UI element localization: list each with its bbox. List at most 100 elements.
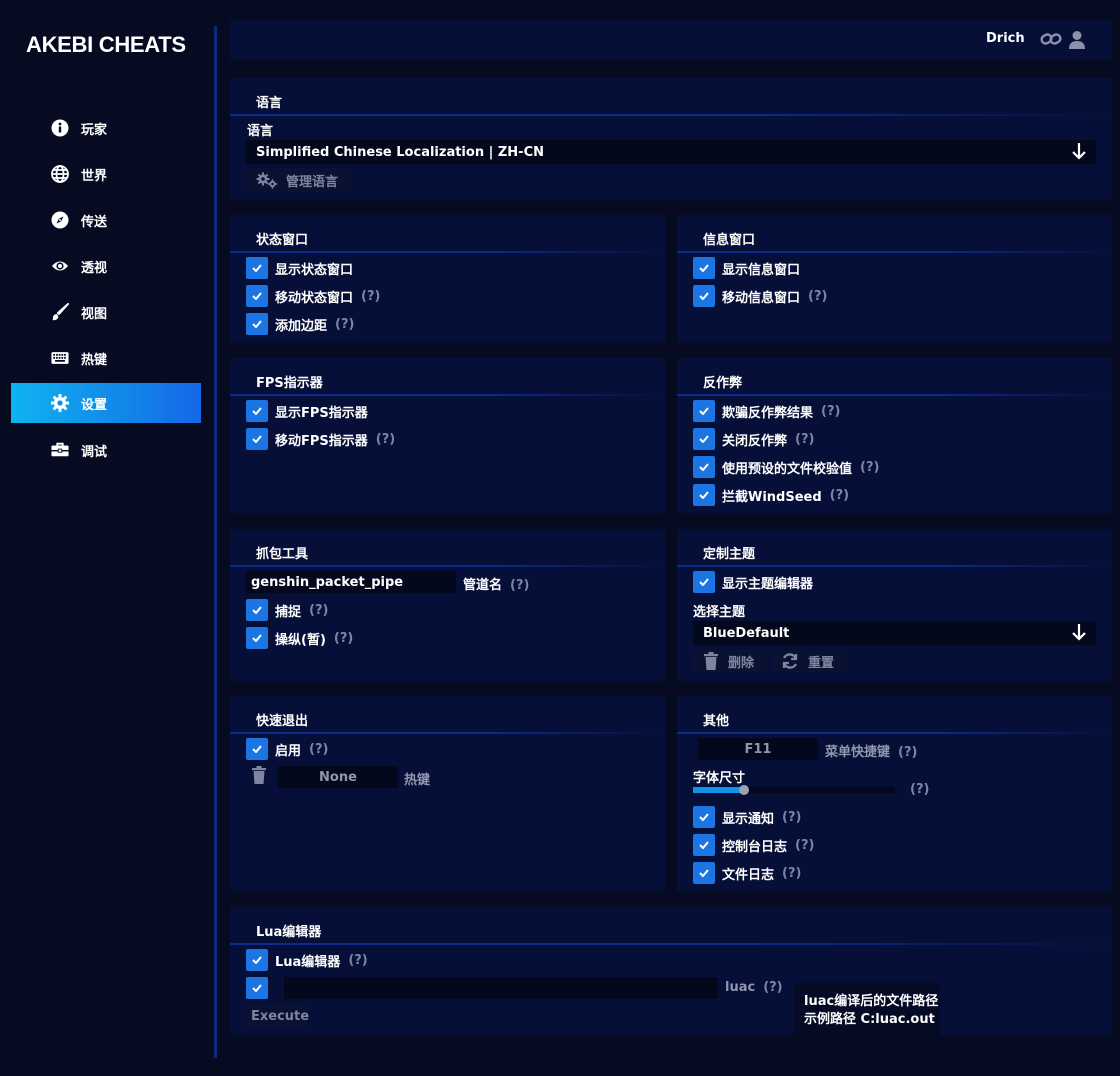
checkbox-label: 文件日志 [722, 867, 775, 883]
checkbox-checked[interactable] [693, 285, 715, 307]
pipe-name-text: 管道名 [463, 578, 503, 593]
move-fps-row[interactable]: 移动FPS指示器 (?) [246, 428, 395, 450]
font-size-slider-knob[interactable] [739, 785, 750, 795]
luac-path-input[interactable] [284, 977, 718, 999]
spoof-anticheat-row[interactable]: 欺骗反作弊结果 (?) [693, 400, 840, 422]
block-windseed-row[interactable]: 拦截WindSeed (?) [693, 484, 849, 506]
execute-button[interactable]: Execute [246, 1005, 309, 1027]
help-marker[interactable]: (?) [376, 432, 395, 447]
move-status-window-row[interactable]: 移动状态窗口 (?) [246, 285, 380, 307]
sidebar-item-teleport[interactable]: 传送 [11, 200, 201, 240]
manipulate-row[interactable]: 操纵(暂) (?) [246, 627, 353, 649]
sidebar-item-label: 调试 [81, 444, 108, 460]
help-marker[interactable]: (?) [763, 980, 782, 995]
reset-label: 重置 [808, 655, 835, 671]
globe-icon [51, 165, 69, 183]
show-status-window-row[interactable]: 显示状态窗口 [246, 257, 353, 279]
show-theme-editor-row[interactable]: 显示主题编辑器 [693, 571, 813, 593]
language-dropdown[interactable]: Simplified Chinese Localization | ZH-CN [246, 140, 1096, 164]
help-marker[interactable]: (?) [334, 631, 353, 646]
checkbox-label: 移动FPS指示器 [275, 433, 368, 449]
checkbox-checked[interactable] [693, 428, 715, 450]
move-info-window-row[interactable]: 移动信息窗口 (?) [693, 285, 827, 307]
checkbox-checked[interactable] [246, 428, 268, 450]
checkbox-checked[interactable] [693, 834, 715, 856]
file-log-row[interactable]: 文件日志 (?) [693, 862, 801, 884]
status-window-panel: 状态窗口 显示状态窗口 移动状态窗口 (?) 添加边距 (?) [230, 215, 665, 343]
checkbox-label: 拦截WindSeed [722, 489, 822, 505]
show-fps-row[interactable]: 显示FPS指示器 [246, 400, 368, 422]
checkbox-checked[interactable] [246, 285, 268, 307]
add-margin-row[interactable]: 添加边距 (?) [246, 313, 354, 335]
checkbox-checked[interactable] [246, 977, 268, 999]
checkbox-checked[interactable] [246, 257, 268, 279]
help-marker[interactable]: (?) [795, 838, 814, 853]
checkbox-checked[interactable] [246, 400, 268, 422]
help-marker[interactable]: (?) [309, 742, 328, 757]
help-marker[interactable]: (?) [830, 488, 849, 503]
checkbox-checked[interactable] [246, 599, 268, 621]
divider [230, 732, 665, 734]
checkbox-label: 显示通知 [722, 811, 775, 827]
manage-language-label: 管理语言 [286, 174, 339, 190]
help-marker[interactable]: (?) [821, 404, 840, 419]
font-size-slider[interactable] [693, 785, 895, 795]
font-size-label: 字体尺寸 [693, 771, 746, 786]
checkbox-checked[interactable] [693, 806, 715, 828]
trash-icon [703, 652, 719, 670]
help-marker[interactable]: (?) [361, 289, 380, 304]
show-notifications-row[interactable]: 显示通知 (?) [693, 806, 801, 828]
menu-hotkey-input[interactable]: F11 [698, 738, 818, 760]
theme-selected: BlueDefault [703, 625, 790, 641]
checkbox-checked[interactable] [246, 949, 268, 971]
checkbox-checked[interactable] [693, 400, 715, 422]
checkbox-checked[interactable] [246, 313, 268, 335]
console-log-row[interactable]: 控制台日志 (?) [693, 834, 814, 856]
lua-editor-row[interactable]: Lua编辑器 (?) [246, 949, 368, 971]
sidebar-item-settings[interactable]: 设置 [11, 383, 201, 423]
sidebar-item-debug[interactable]: 调试 [11, 430, 201, 470]
trash-icon[interactable] [251, 766, 267, 788]
checkbox-checked[interactable] [693, 484, 715, 506]
help-marker[interactable]: (?) [898, 745, 917, 760]
delete-theme-button[interactable]: 删除 [693, 650, 766, 672]
help-marker[interactable]: (?) [910, 782, 929, 797]
pipe-name-input[interactable]: genshin_packet_pipe [246, 571, 456, 593]
disable-anticheat-row[interactable]: 关闭反作弊 (?) [693, 428, 814, 450]
user-icon[interactable] [1068, 30, 1086, 54]
checkbox-label: 欺骗反作弊结果 [722, 405, 814, 421]
theme-dropdown[interactable]: BlueDefault [693, 621, 1096, 645]
help-marker[interactable]: (?) [309, 603, 328, 618]
link-icon[interactable] [1040, 31, 1062, 51]
preset-checksum-row[interactable]: 使用预设的文件校验值 (?) [693, 456, 879, 478]
help-marker[interactable]: (?) [795, 432, 814, 447]
sidebar-item-hotkeys[interactable]: 热键 [11, 338, 201, 378]
capture-row[interactable]: 捕捉 (?) [246, 599, 328, 621]
manage-language-button[interactable]: 管理语言 [246, 168, 350, 192]
sidebar-item-visuals[interactable]: 视图 [11, 292, 201, 332]
help-marker[interactable]: (?) [782, 866, 801, 881]
help-marker[interactable]: (?) [860, 460, 879, 475]
help-marker[interactable]: (?) [348, 953, 367, 968]
help-marker[interactable]: (?) [510, 578, 529, 593]
checkbox-checked[interactable] [693, 862, 715, 884]
quick-exit-hotkey-input[interactable]: None [278, 766, 398, 788]
help-marker[interactable]: (?) [335, 317, 354, 332]
checkbox-checked[interactable] [693, 456, 715, 478]
checkbox-checked[interactable] [246, 738, 268, 760]
reset-theme-button[interactable]: 重置 [771, 650, 847, 672]
checkbox-label: 捕捉 [275, 604, 302, 620]
sidebar-item-esp[interactable]: 透视 [11, 246, 201, 286]
quick-exit-enable-row[interactable]: 启用 (?) [246, 738, 328, 760]
luac-row[interactable] [246, 977, 275, 999]
checkbox-checked[interactable] [693, 571, 715, 593]
checkbox-checked[interactable] [693, 257, 715, 279]
anticheat-panel: 反作弊 欺骗反作弊结果 (?) 关闭反作弊 (?) 使用预设的文件校验值 (?)… [677, 358, 1112, 513]
checkbox-checked[interactable] [246, 627, 268, 649]
sidebar-item-player[interactable]: 玩家 [11, 108, 201, 148]
help-marker[interactable]: (?) [808, 289, 827, 304]
show-info-window-row[interactable]: 显示信息窗口 [693, 257, 800, 279]
sidebar-item-world[interactable]: 世界 [11, 154, 201, 194]
help-marker[interactable]: (?) [782, 810, 801, 825]
hotkey-label: 热键 [404, 773, 431, 788]
